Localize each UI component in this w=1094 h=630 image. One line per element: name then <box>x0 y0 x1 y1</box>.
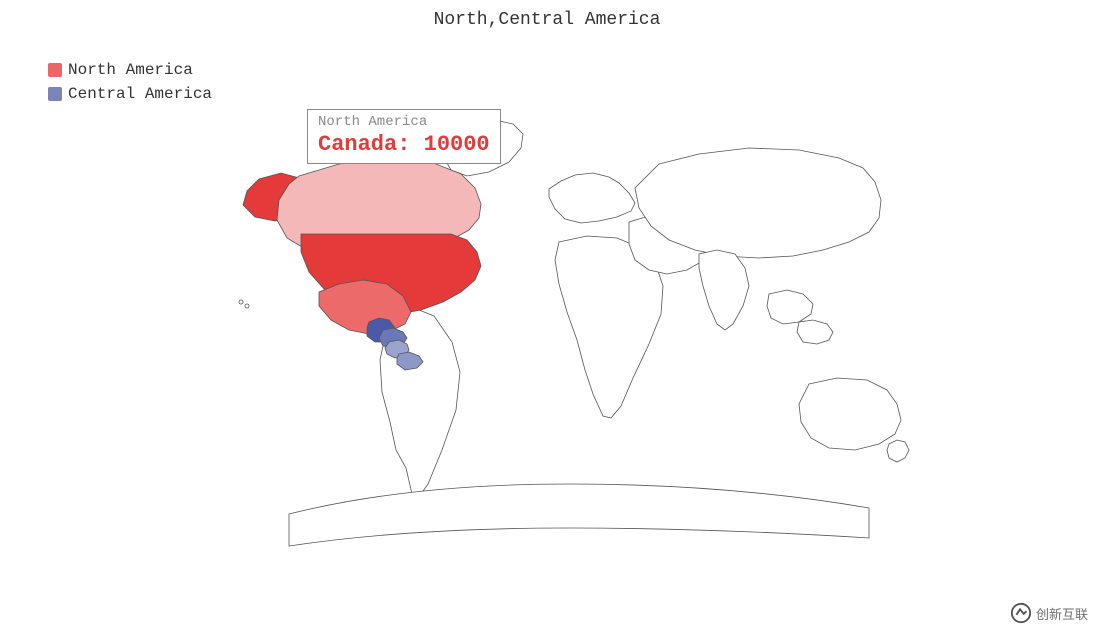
legend-item-central-america[interactable]: Central America <box>48 82 212 106</box>
watermark-text: 创新互联 <box>1036 604 1088 623</box>
legend: North America Central America <box>48 58 212 106</box>
series-north-america <box>243 158 481 334</box>
world-map[interactable]: North America Canada: 10000 <box>229 44 919 603</box>
legend-label: Central America <box>68 82 212 106</box>
tooltip: North America Canada: 10000 <box>307 109 501 164</box>
tooltip-value: Canada: 10000 <box>318 132 490 157</box>
legend-swatch-icon <box>48 63 62 77</box>
watermark: 创新互联 <box>1010 602 1088 624</box>
watermark-logo-icon <box>1010 602 1032 624</box>
legend-label: North America <box>68 58 193 82</box>
chart-title: North,Central America <box>0 10 1094 30</box>
tooltip-series-name: North America <box>318 114 490 130</box>
legend-item-north-america[interactable]: North America <box>48 58 212 82</box>
legend-swatch-icon <box>48 87 62 101</box>
